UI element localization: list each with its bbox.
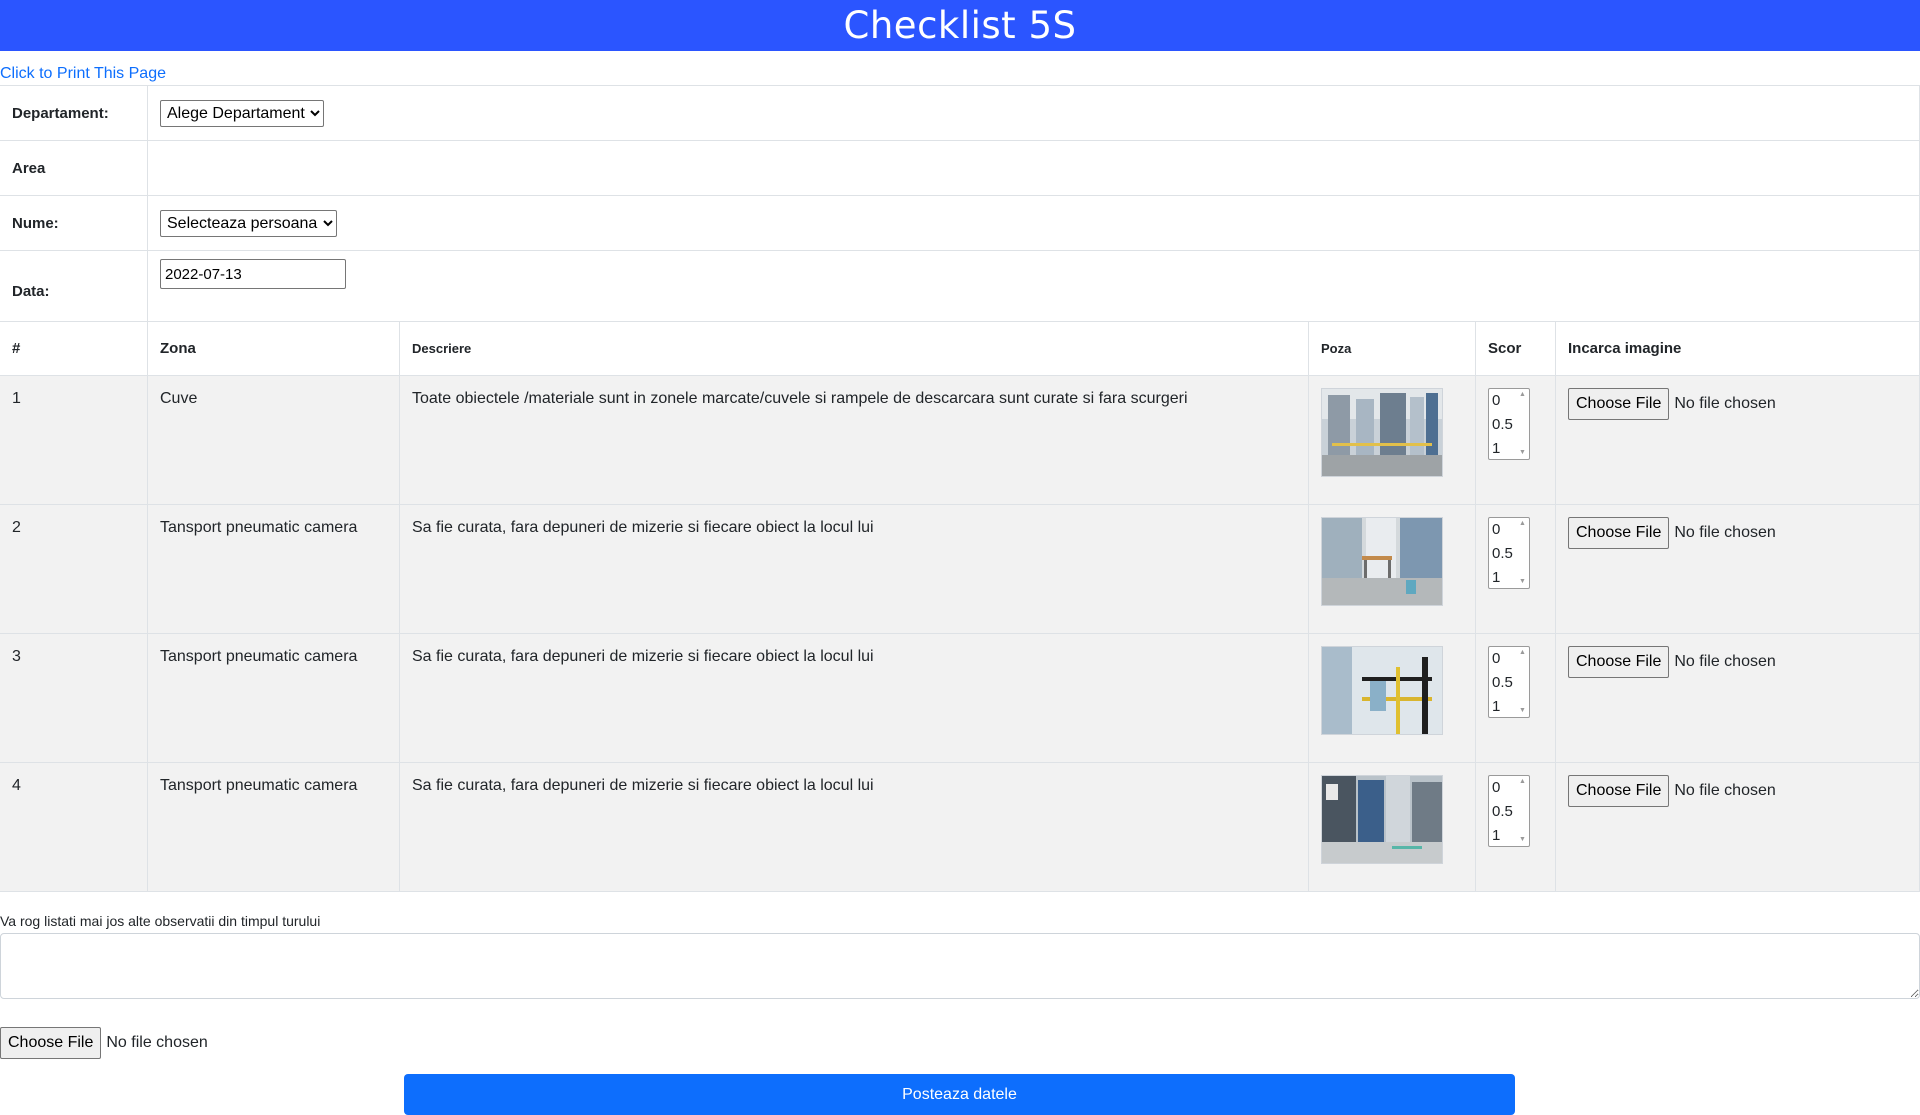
meta-form-table: Departament: Alege Departament Area Nume… — [0, 85, 1920, 321]
choose-file-button[interactable]: Choose File — [1568, 388, 1670, 420]
scroll-arrows-icon[interactable]: ▲ ▼ — [1519, 520, 1527, 586]
page-header: Checklist 5S — [0, 0, 1920, 51]
col-header-zona: Zona — [147, 321, 400, 376]
nume-row: Nume: Selecteaza persoana — [0, 195, 1920, 251]
data-row: Data: — [0, 250, 1920, 321]
file-input: Choose File No file chosen — [1568, 775, 1907, 807]
col-header-descriere: Descriere — [399, 321, 1309, 376]
table-header-row: # Zona Descriere Poza Scor Incarca imagi… — [0, 321, 1920, 376]
row-number: 2 — [0, 504, 148, 634]
choose-file-button[interactable]: Choose File — [1568, 517, 1670, 549]
file-status: No file chosen — [1674, 782, 1776, 799]
row-number: 4 — [0, 762, 148, 892]
row-descriere: Sa fie curata, fara depuneri de mizerie … — [399, 762, 1309, 892]
scroll-arrows-icon[interactable]: ▲ ▼ — [1519, 391, 1527, 457]
scroll-arrows-icon[interactable]: ▲ ▼ — [1519, 778, 1527, 844]
table-row: 4 Tansport pneumatic camera Sa fie curat… — [0, 762, 1920, 892]
table-row: 1 Cuve Toate obiectele /materiale sunt i… — [0, 375, 1920, 505]
nume-select[interactable]: Selecteaza persoana — [160, 209, 337, 237]
zone-photo[interactable] — [1321, 388, 1443, 477]
observations-label: Va rog listati mai jos alte observatii d… — [0, 913, 321, 929]
area-label: Area — [0, 140, 148, 196]
col-header-num: # — [0, 321, 148, 376]
submit-button[interactable]: Posteaza datele — [404, 1074, 1515, 1115]
score-select[interactable]: 0 0.5 1 ▲ ▼ — [1488, 517, 1530, 589]
scroll-arrows-icon[interactable]: ▲ ▼ — [1519, 649, 1527, 715]
area-row: Area — [0, 140, 1920, 196]
row-descriere: Sa fie curata, fara depuneri de mizerie … — [399, 633, 1309, 763]
col-header-scor: Scor — [1475, 321, 1556, 376]
row-zona: Tansport pneumatic camera — [147, 633, 400, 763]
choose-file-button[interactable]: Choose File — [0, 1027, 102, 1059]
choose-file-button[interactable]: Choose File — [1568, 775, 1670, 807]
zone-photo[interactable] — [1321, 775, 1443, 864]
print-link[interactable]: Click to Print This Page — [0, 63, 1920, 85]
row-number: 3 — [0, 633, 148, 763]
file-input: Choose File No file chosen — [1568, 388, 1907, 420]
nume-label: Nume: — [0, 195, 148, 251]
date-field[interactable] — [160, 259, 346, 289]
score-select[interactable]: 0 0.5 1 ▲ ▼ — [1488, 646, 1530, 718]
score-select[interactable]: 0 0.5 1 ▲ ▼ — [1488, 775, 1530, 847]
file-status: No file chosen — [1674, 524, 1776, 541]
row-zona: Cuve — [147, 375, 400, 505]
row-descriere: Sa fie curata, fara depuneri de mizerie … — [399, 504, 1309, 634]
area-value — [147, 140, 1920, 196]
file-status: No file chosen — [1674, 653, 1776, 670]
observations-file-input: Choose File No file chosen — [0, 1027, 1920, 1059]
table-row: 2 Tansport pneumatic camera Sa fie curat… — [0, 504, 1920, 634]
row-number: 1 — [0, 375, 148, 505]
zone-photo[interactable] — [1321, 517, 1443, 606]
departament-row: Departament: Alege Departament — [0, 85, 1920, 141]
row-zona: Tansport pneumatic camera — [147, 504, 400, 634]
row-descriere: Toate obiectele /materiale sunt in zonel… — [399, 375, 1309, 505]
col-header-incarca: Incarca imagine — [1555, 321, 1920, 376]
file-status: No file chosen — [1674, 395, 1776, 412]
col-header-poza: Poza — [1308, 321, 1476, 376]
departament-label: Departament: — [0, 85, 148, 141]
choose-file-button[interactable]: Choose File — [1568, 646, 1670, 678]
table-row: 3 Tansport pneumatic camera Sa fie curat… — [0, 633, 1920, 763]
row-zona: Tansport pneumatic camera — [147, 762, 400, 892]
file-input: Choose File No file chosen — [1568, 517, 1907, 549]
zone-photo[interactable] — [1321, 646, 1443, 735]
observations-textarea[interactable] — [0, 933, 1920, 999]
file-input: Choose File No file chosen — [1568, 646, 1907, 678]
file-status: No file chosen — [106, 1034, 208, 1051]
departament-select[interactable]: Alege Departament — [160, 99, 324, 127]
data-label: Data: — [0, 250, 148, 321]
score-select[interactable]: 0 0.5 1 ▲ ▼ — [1488, 388, 1530, 460]
page-title: Checklist 5S — [843, 4, 1077, 47]
checklist-table: # Zona Descriere Poza Scor Incarca imagi… — [0, 321, 1920, 892]
